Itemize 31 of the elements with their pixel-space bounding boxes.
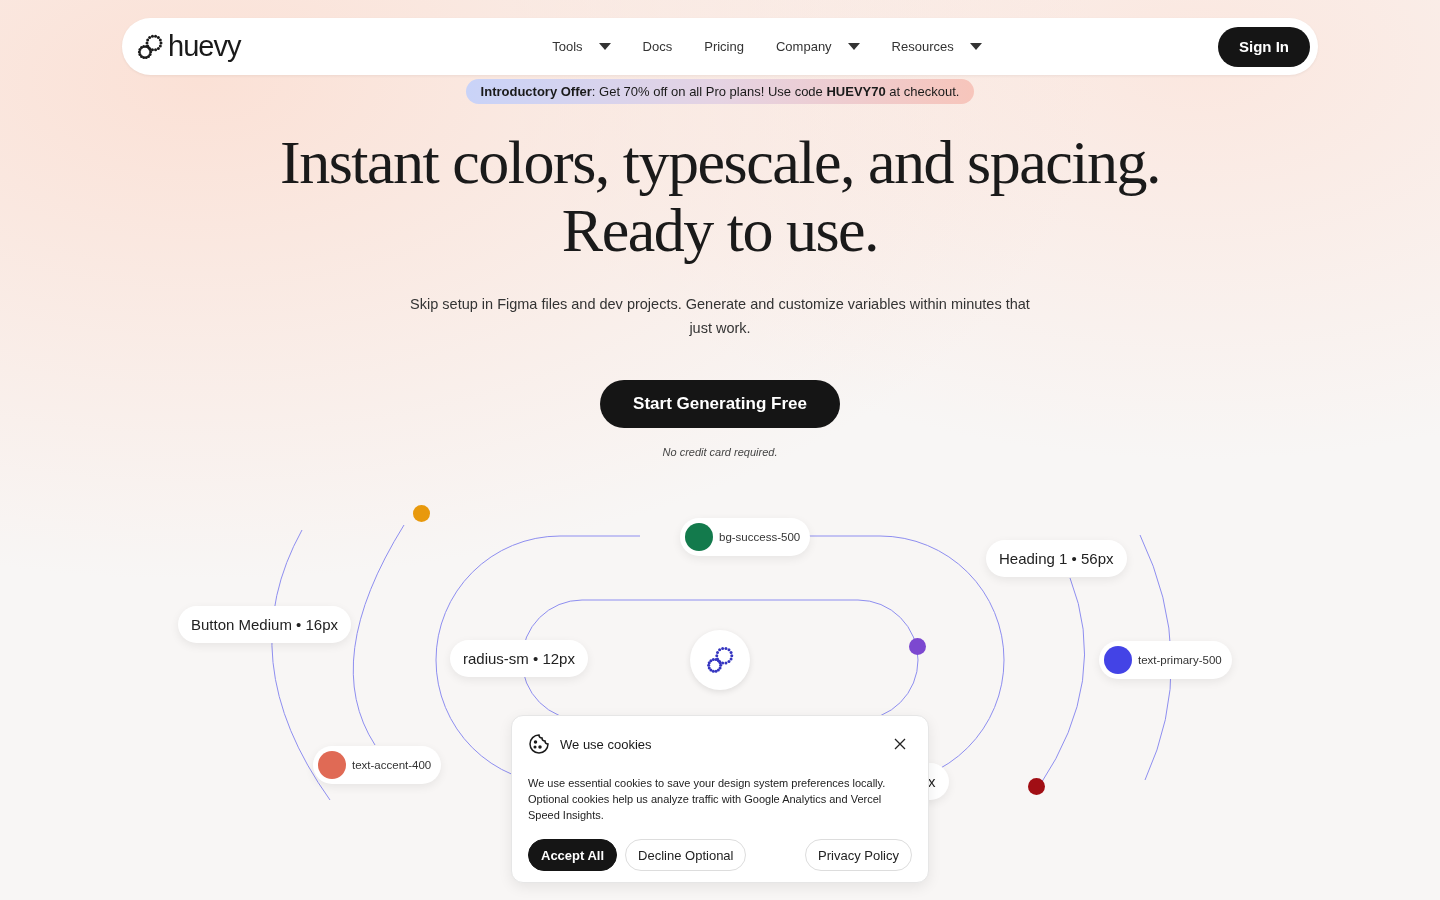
caret-icon: [969, 42, 982, 51]
offer-banner: Introductory Offer: Get 70% off on all Pro plans! Use code HUEVY70 at checkout.: [465, 79, 975, 104]
token-chip: Button Medium • 16px: [178, 606, 351, 643]
token-chip: radius-sm • 12px: [450, 640, 588, 677]
brand-name[interactable]: huevy: [168, 30, 241, 63]
dotted-loop-icon: [136, 32, 164, 61]
sign-in-button[interactable]: Sign In: [1218, 26, 1310, 67]
nav-link[interactable]: Company: [775, 39, 860, 54]
nav-link[interactable]: Docs: [642, 39, 673, 54]
token-chip: text-primary-500: [1099, 641, 1232, 679]
nav-link[interactable]: Resources: [891, 39, 982, 54]
hero-subtitle: Skip setup in Figma files and dev projects. Generate and customize variables within minutes that just work.: [409, 295, 1031, 338]
note-text: No credit card required.: [662, 446, 778, 458]
caret-icon: [598, 42, 611, 51]
close-icon[interactable]: [894, 738, 906, 750]
caret-icon: [847, 42, 860, 51]
token-chip: text-accent-400: [313, 746, 442, 784]
token-chip: Heading 1 • 56px: [986, 540, 1127, 577]
cookie-text: We use essential cookies to save your design system preferences locally. Optional cookies help us analyze traffic with Google Analytics and Vercel Speed Insights.: [528, 776, 887, 823]
decline-button[interactable]: Decline Optional: [625, 839, 747, 871]
hero-title: Instant colors, typescale, and spacing.: [280, 128, 1160, 196]
start-button[interactable]: Start Generating Free: [600, 380, 840, 428]
policy-button[interactable]: Privacy Policy: [805, 839, 912, 871]
nav-link[interactable]: Tools: [552, 39, 611, 54]
dotted-loop-icon: [705, 645, 735, 675]
hero-title: Ready to use.: [561, 196, 879, 264]
token-chip: bg-success-500: [680, 518, 811, 556]
cookie-icon: [528, 733, 550, 755]
nav-link[interactable]: Pricing: [704, 39, 744, 54]
accept-button[interactable]: Accept All: [528, 839, 618, 871]
cookie-title: We use cookies: [560, 736, 653, 752]
